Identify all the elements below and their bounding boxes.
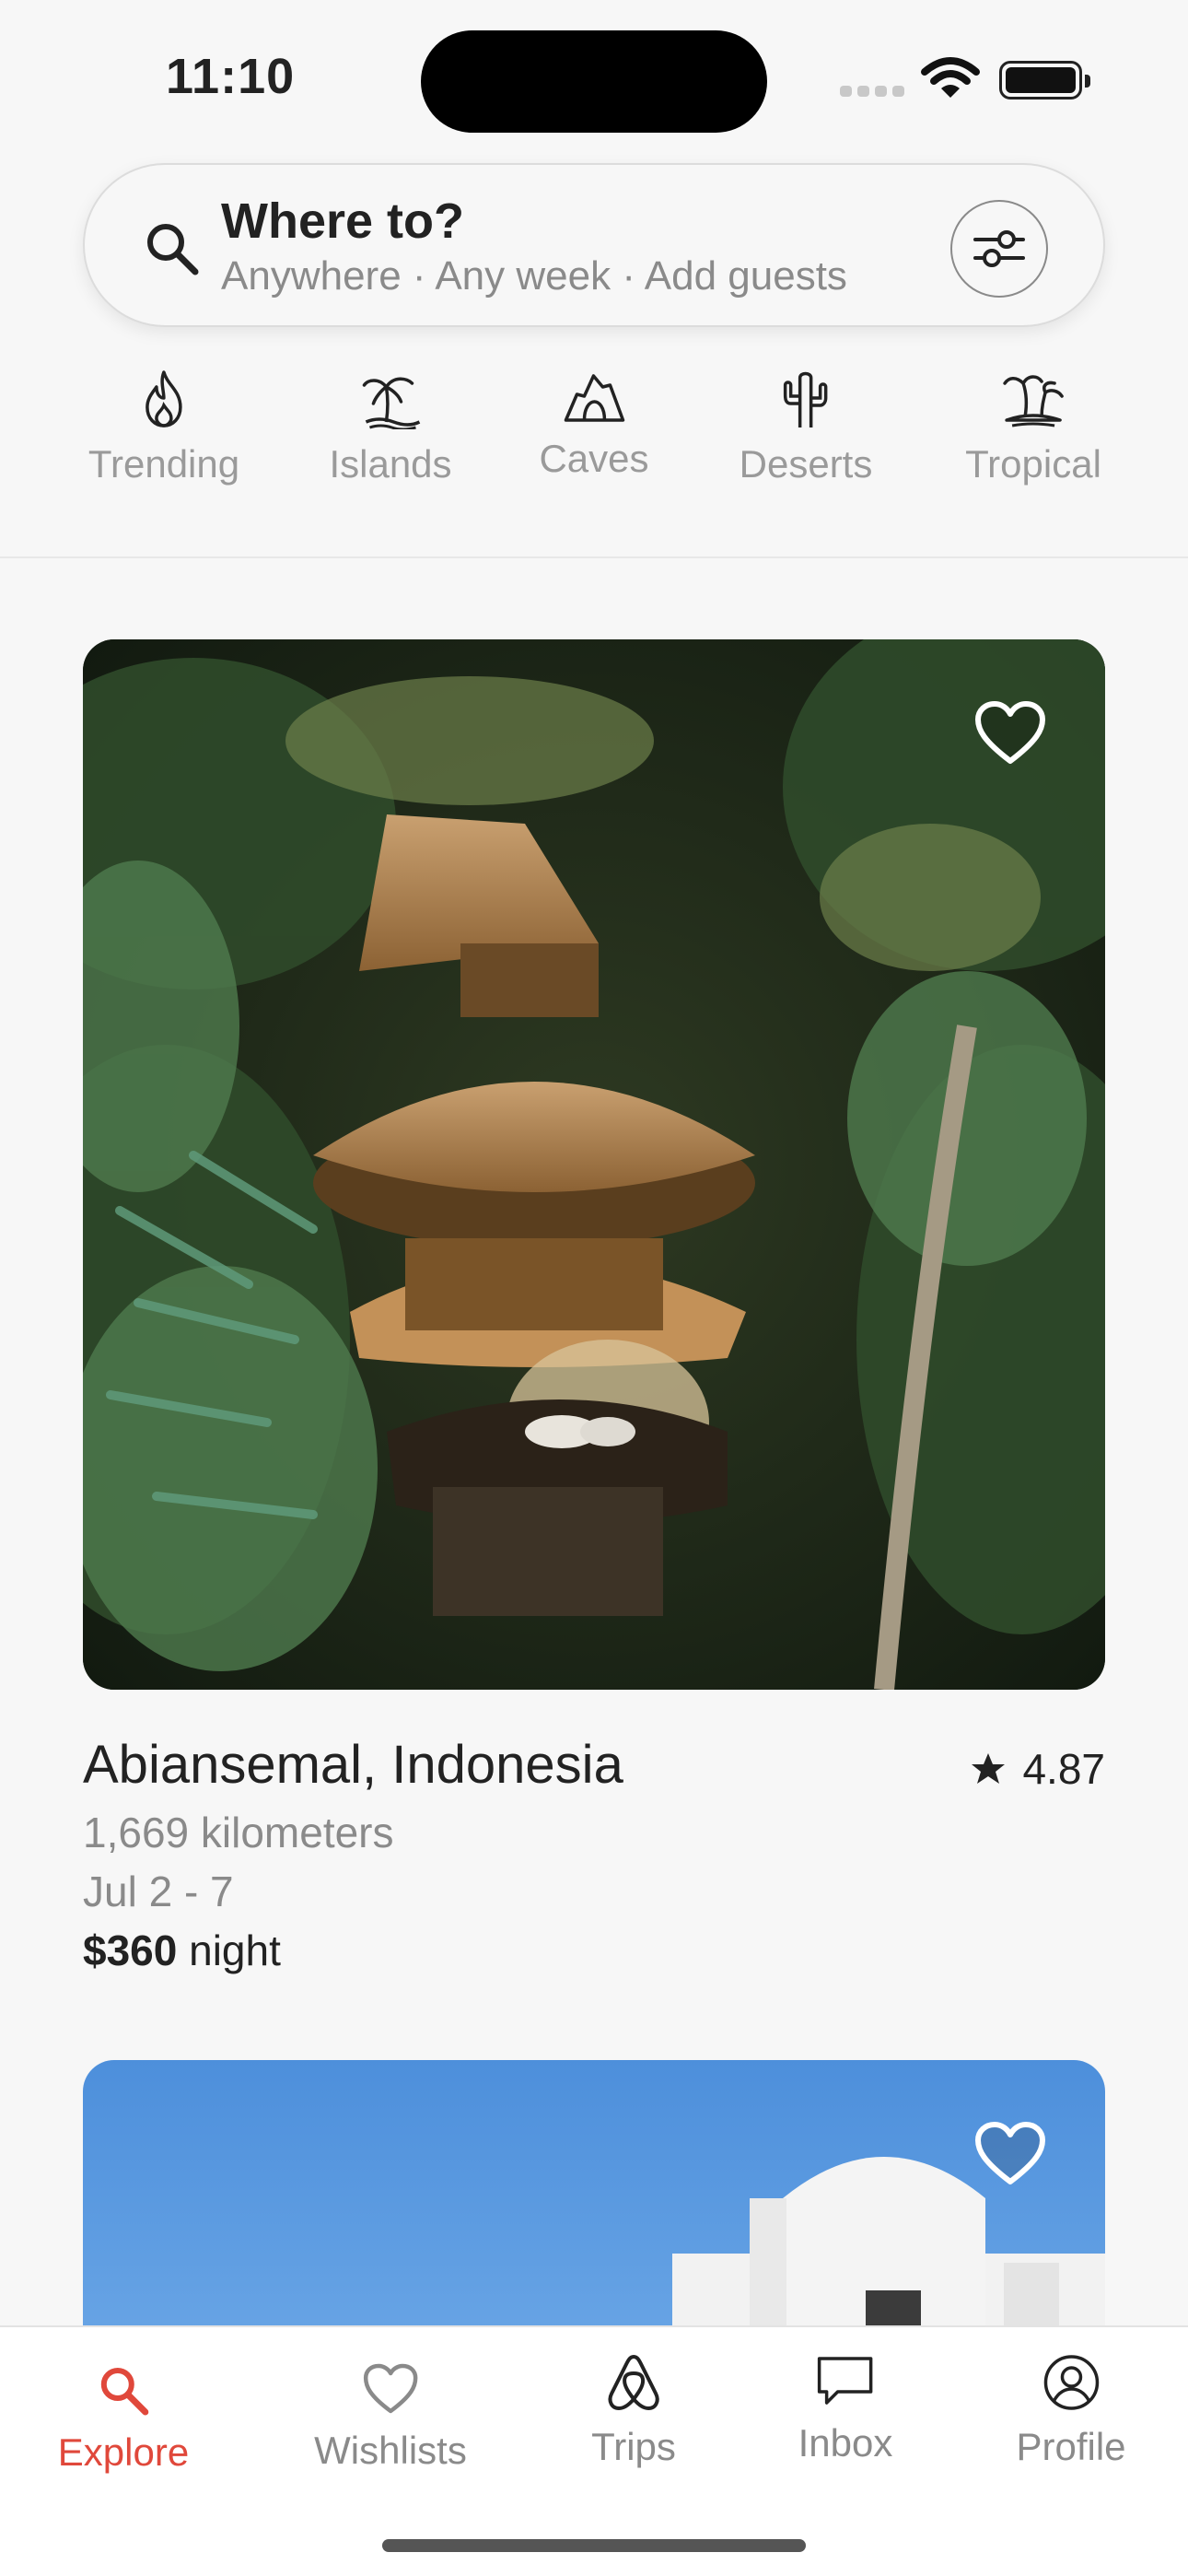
listing-price: $360 night [83, 1926, 281, 1975]
treehouse-photo [83, 639, 1105, 1690]
price-unit: night [177, 1926, 281, 1974]
tab-label: Explore [57, 2430, 190, 2474]
tab-profile[interactable]: Profile [1016, 2353, 1126, 2469]
white-house-photo [672, 2157, 1105, 2364]
wishlist-heart-icon[interactable] [974, 2121, 1046, 2187]
category-label: Trending [87, 442, 240, 486]
tab-wishlists[interactable]: Wishlists [314, 2362, 467, 2473]
category-label: Tropical [965, 442, 1101, 486]
listing-rating: 4.87 [971, 1744, 1105, 1794]
cellular-signal-icon [840, 86, 904, 97]
tab-label: Inbox [798, 2421, 893, 2465]
category-deserts[interactable]: Deserts [739, 369, 873, 486]
tab-label: Profile [1016, 2425, 1126, 2468]
message-icon [818, 2357, 873, 2405]
profile-icon [1043, 2355, 1099, 2410]
fire-icon [146, 370, 182, 427]
category-label: Deserts [739, 442, 873, 486]
category-label: Islands [329, 442, 452, 486]
tab-trips[interactable]: Trips [591, 2353, 676, 2469]
price-amount: $360 [83, 1926, 178, 1974]
search-bar[interactable]: Where to? Anywhere · Any week · Add gues… [83, 163, 1105, 327]
tab-inbox[interactable]: Inbox [798, 2353, 893, 2465]
category-label: Caves [539, 437, 649, 480]
category-tropical[interactable]: Tropical [965, 369, 1101, 486]
category-trending[interactable]: Trending [88, 369, 239, 486]
star-icon [972, 1753, 1006, 1784]
listing-distance: 1,669 kilometers [83, 1809, 394, 1856]
home-indicator[interactable] [382, 2539, 806, 2552]
cave-icon [564, 374, 624, 422]
search-subtitle: Anywhere · Any week · Add guests [221, 253, 847, 299]
category-caves[interactable]: Caves [539, 369, 649, 481]
dynamic-island [421, 30, 767, 133]
tab-label: Trips [591, 2425, 676, 2468]
wishlist-heart-icon[interactable] [974, 700, 1046, 767]
category-divider [0, 556, 1188, 558]
category-bar: Trending Islands Caves Deserts Tropical [0, 369, 1188, 553]
tab-label: Wishlists [314, 2429, 467, 2472]
battery-icon [999, 61, 1090, 100]
listing-photo-second[interactable] [83, 2060, 1105, 2364]
airbnb-logo-icon [608, 2355, 659, 2410]
status-time: 11:10 [166, 49, 296, 104]
search-title: Where to? [221, 193, 464, 249]
palm-island-icon [362, 377, 420, 429]
search-icon [101, 2368, 149, 2416]
search-icon [147, 224, 199, 275]
listing-photo[interactable] [83, 639, 1105, 1690]
category-islands[interactable]: Islands [329, 369, 452, 486]
status-bar: 11:10 [0, 0, 1188, 157]
filter-button[interactable] [950, 200, 1048, 298]
listing-title[interactable]: Abiansemal, Indonesia [83, 1734, 623, 1796]
heart-icon [363, 2363, 418, 2414]
listing-dates: Jul 2 - 7 [83, 1868, 234, 1915]
rating-value: 4.87 [1022, 1745, 1105, 1793]
tab-explore[interactable]: Explore [58, 2362, 189, 2475]
wifi-icon [921, 57, 980, 98]
tropical-palms-icon [1003, 375, 1064, 427]
cactus-icon [784, 371, 828, 427]
filter-sliders-icon [973, 230, 1025, 267]
